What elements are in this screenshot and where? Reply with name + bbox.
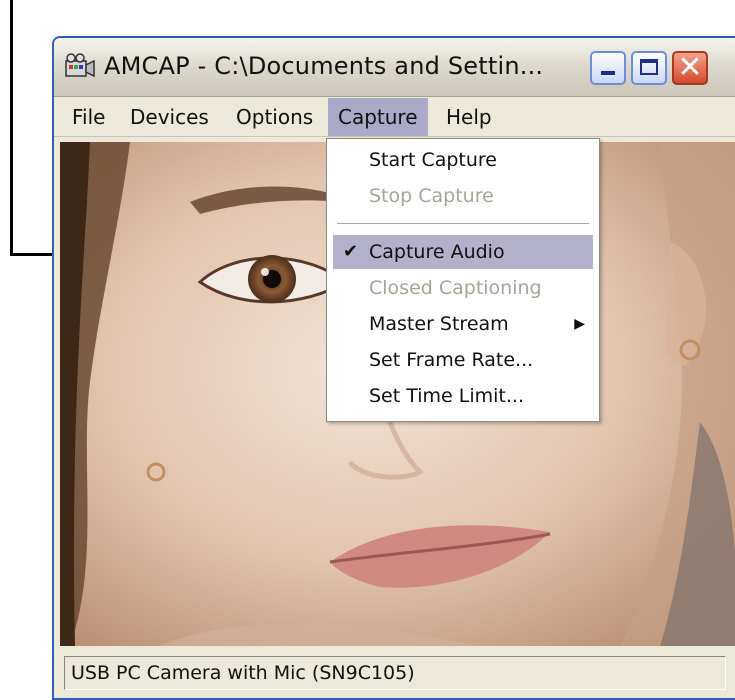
menu-item-label: Set Time Limit... <box>369 385 524 407</box>
menu-item-label: Start Capture <box>369 149 497 171</box>
menu-file[interactable]: File <box>62 98 115 136</box>
menu-item-label: Master Stream <box>369 313 509 335</box>
menu-item-label: Capture Audio <box>369 241 505 263</box>
menu-item-closed-captioning: Closed Captioning <box>327 271 599 305</box>
status-text: USB PC Camera with Mic (SN9C105) <box>64 656 726 690</box>
close-button[interactable]: ✕ <box>672 51 708 85</box>
menu-separator <box>337 223 589 225</box>
menu-help[interactable]: Help <box>436 98 502 136</box>
callout-line-vertical <box>10 0 13 255</box>
menu-item-start-capture[interactable]: Start Capture <box>327 143 599 177</box>
menu-item-master-stream[interactable]: Master Stream ▶ <box>327 307 599 341</box>
maximize-icon <box>640 59 658 75</box>
menu-options[interactable]: Options <box>226 98 323 136</box>
checkmark-icon: ✔ <box>343 241 359 262</box>
menu-item-set-frame-rate[interactable]: Set Frame Rate... <box>327 343 599 377</box>
title-bar[interactable]: AMCAP - C:\Documents and Settin... ✕ <box>54 38 735 97</box>
window-title: AMCAP - C:\Documents and Settin... <box>104 52 544 80</box>
menu-devices[interactable]: Devices <box>120 98 219 136</box>
menu-item-label: Stop Capture <box>369 185 494 207</box>
maximize-button[interactable] <box>631 51 667 85</box>
close-icon: ✕ <box>677 50 703 85</box>
minimize-icon <box>601 71 615 75</box>
menu-capture[interactable]: Capture <box>328 98 428 136</box>
menu-item-capture-audio[interactable]: ✔ Capture Audio <box>333 235 593 269</box>
menu-bar: File Devices Options Capture Help <box>54 98 735 137</box>
menu-item-label: Closed Captioning <box>369 277 542 299</box>
menu-item-set-time-limit[interactable]: Set Time Limit... <box>327 379 599 413</box>
minimize-button[interactable] <box>590 51 626 85</box>
camera-app-icon <box>65 53 95 78</box>
capture-menu-dropdown: Start Capture Stop Capture ✔ Capture Aud… <box>326 138 600 422</box>
menu-item-label: Set Frame Rate... <box>369 349 534 371</box>
menu-item-stop-capture: Stop Capture <box>327 179 599 213</box>
submenu-arrow-icon: ▶ <box>574 316 585 332</box>
